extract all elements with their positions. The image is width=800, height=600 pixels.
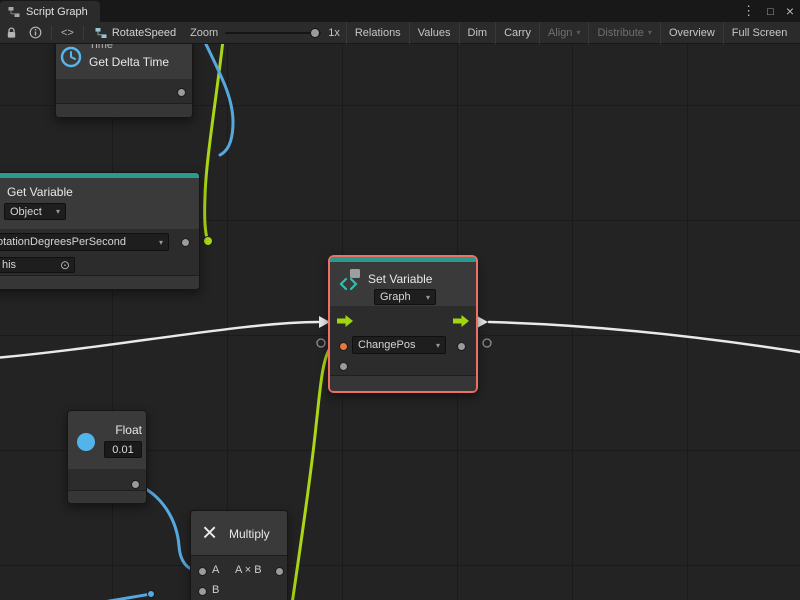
script-graph-icon <box>8 6 20 18</box>
floating-port-right[interactable] <box>483 339 491 347</box>
input-port-b[interactable] <box>198 587 207 596</box>
distribute-button: Distribute <box>588 22 659 44</box>
wire-flow-out[interactable] <box>489 322 800 353</box>
variable-scope-value: Object <box>10 206 42 218</box>
code-view-icon[interactable] <box>55 22 80 44</box>
object-picker-icon[interactable] <box>60 259 70 272</box>
window-tab-bar: Script Graph <box>0 0 800 22</box>
overview-button[interactable]: Overview <box>660 22 723 44</box>
lock-icon[interactable] <box>0 22 23 44</box>
graph-canvas[interactable]: Time Get Delta Time Get Variable Object … <box>0 44 800 600</box>
output-port-delta-time[interactable] <box>177 88 186 97</box>
node-header: Float 0.01 <box>68 411 146 469</box>
floating-port-left[interactable] <box>317 339 325 347</box>
node-get-variable[interactable]: Get Variable Object otationDegreesPerSec… <box>0 172 200 290</box>
zoom-value: 1x <box>328 27 340 39</box>
node-get-delta-time[interactable]: Time Get Delta Time <box>55 44 193 118</box>
output-port-float[interactable] <box>131 480 140 489</box>
graph-asset-icon <box>95 27 107 39</box>
flow-arrowhead-out <box>477 316 488 328</box>
value-input-port[interactable] <box>339 342 348 351</box>
window-menu-icon[interactable] <box>736 0 761 22</box>
value-output-port[interactable] <box>457 342 466 351</box>
carry-button[interactable]: Carry <box>495 22 539 44</box>
node-title: Get Delta Time <box>89 55 169 69</box>
wire-blue-endpoint[interactable] <box>148 591 155 598</box>
node-header: Time Get Delta Time <box>56 44 192 79</box>
wire-green-bottom[interactable] <box>292 347 331 600</box>
tab-title: Script Graph <box>26 6 88 18</box>
target-object-label: his <box>2 259 16 271</box>
output-label-result: A × B <box>235 564 262 576</box>
relations-button[interactable]: Relations <box>346 22 409 44</box>
node-title: Set Variable <box>368 272 432 286</box>
window-controls <box>736 0 800 22</box>
node-title: Multiply <box>229 527 270 541</box>
variable-name-value: otationDegreesPerSecond <box>0 236 126 248</box>
toolbar-separator <box>83 26 84 40</box>
wire-blue-bottom-left[interactable] <box>6 594 151 600</box>
close-icon[interactable] <box>780 0 800 23</box>
info-icon[interactable] <box>23 22 48 44</box>
node-footer <box>330 375 476 391</box>
output-port-result[interactable] <box>275 567 284 576</box>
variable-name-dropdown[interactable]: ChangePos <box>352 336 446 354</box>
wire-green-endpoint[interactable] <box>204 237 213 246</box>
node-category: Time <box>89 44 113 51</box>
node-header: Multiply <box>191 511 287 555</box>
node-footer <box>0 275 199 289</box>
variable-scope-dropdown[interactable]: Object <box>4 203 66 220</box>
node-header: Get Variable Object <box>0 178 199 229</box>
values-button[interactable]: Values <box>409 22 459 44</box>
input-port-a[interactable] <box>198 567 207 576</box>
tab-script-graph[interactable]: Script Graph <box>0 1 100 22</box>
zoom-slider[interactable] <box>225 32 321 34</box>
dim-button[interactable]: Dim <box>459 22 496 44</box>
flow-input-arrow[interactable] <box>336 314 354 328</box>
graph-toolbar: RotateSpeed Zoom 1x Relations Values Dim… <box>0 22 800 44</box>
variable-name-dropdown[interactable]: otationDegreesPerSecond <box>0 233 169 251</box>
node-set-variable[interactable]: Set Variable Graph ChangePos <box>328 255 478 393</box>
input-label-a: A <box>212 564 219 576</box>
node-header: Set Variable Graph <box>330 262 476 306</box>
zoom-label: Zoom <box>190 27 218 39</box>
set-variable-icon <box>336 266 364 294</box>
align-button: Align <box>539 22 588 44</box>
graph-name: RotateSpeed <box>112 27 176 39</box>
float-value-input[interactable]: 0.01 <box>104 441 142 458</box>
flow-output-arrow[interactable] <box>452 314 470 328</box>
zoom-slider-knob[interactable] <box>310 28 320 38</box>
zoom-control: Zoom 1x <box>184 27 346 39</box>
node-footer <box>68 490 146 503</box>
node-float[interactable]: Float 0.01 <box>67 410 147 504</box>
maximize-icon[interactable] <box>761 0 780 23</box>
fullscreen-button[interactable]: Full Screen <box>723 22 796 44</box>
float-type-icon <box>77 433 95 451</box>
variable-scope-dropdown[interactable]: Graph <box>374 289 436 305</box>
variable-scope-value: Graph <box>380 291 411 303</box>
wire-blue-top[interactable] <box>204 44 233 155</box>
multiply-icon <box>202 519 217 546</box>
clock-icon <box>59 45 83 69</box>
input-label-b: B <box>212 584 219 596</box>
target-object-field[interactable]: his <box>0 257 75 273</box>
wire-flow-in[interactable] <box>0 322 318 358</box>
node-footer <box>56 103 192 117</box>
node-title: Float <box>104 423 142 437</box>
graph-name-label: RotateSpeed <box>87 27 184 39</box>
node-title: Get Variable <box>7 185 73 199</box>
output-port-variable[interactable] <box>181 238 190 247</box>
toolbar-separator <box>51 26 52 40</box>
node-separator <box>191 555 287 556</box>
variable-name-value: ChangePos <box>358 339 416 351</box>
node-multiply[interactable]: Multiply A A × B B <box>190 510 288 600</box>
extra-input-port[interactable] <box>339 362 348 371</box>
